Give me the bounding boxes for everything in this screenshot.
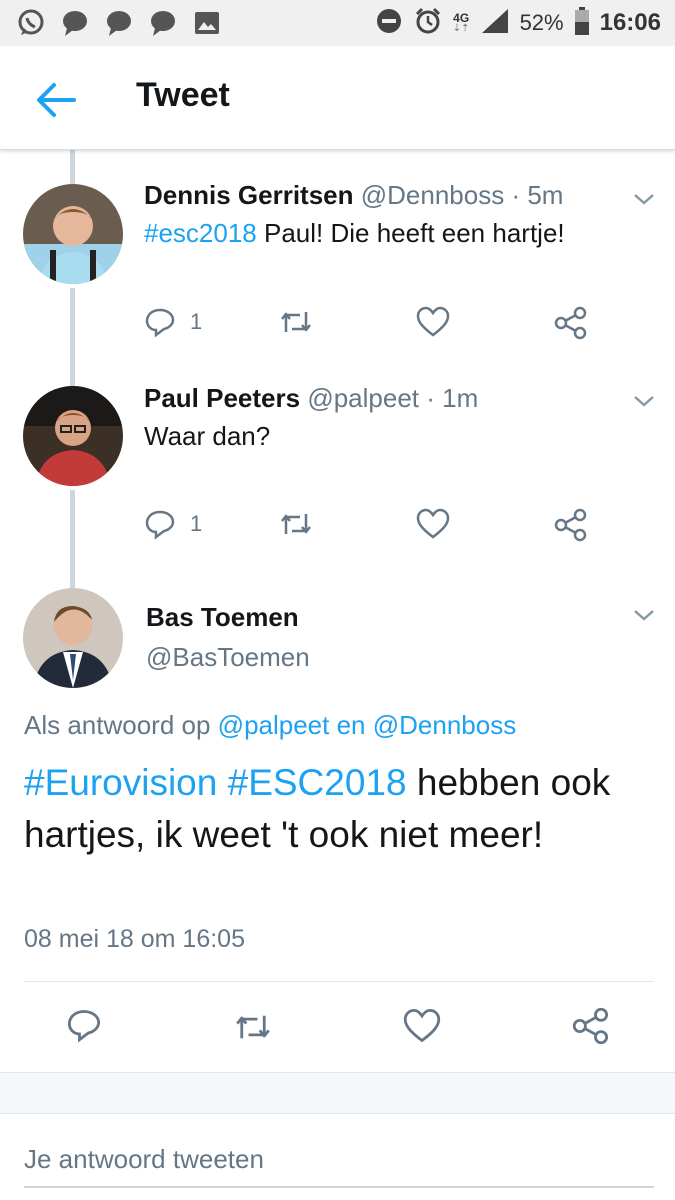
hashtag-link[interactable]: #Eurovision: [24, 762, 217, 803]
tweet-actions: 1: [144, 508, 604, 548]
share-icon: [554, 508, 587, 542]
chat-icon: [148, 8, 178, 38]
mention-link[interactable]: @Dennboss: [373, 710, 516, 740]
heart-icon: [403, 1008, 441, 1043]
mention-link[interactable]: @palpeet: [218, 710, 330, 740]
tweet-actions: 1: [144, 306, 604, 346]
image-icon: [192, 8, 222, 38]
reply-button[interactable]: 1: [144, 306, 202, 338]
divider: [24, 981, 654, 982]
avatar[interactable]: [23, 588, 123, 688]
chevron-down-icon[interactable]: [632, 607, 656, 623]
clock: 16:06: [599, 9, 661, 36]
tweet-text: #Eurovision #ESC2018 hebben ook hartjes,…: [24, 762, 611, 855]
reply-input[interactable]: [24, 1132, 654, 1188]
tweet-header: Paul Peeters @palpeet · 1m: [144, 383, 478, 414]
signal-icon: [480, 7, 510, 40]
thread-line: [70, 288, 75, 386]
hashtag-link[interactable]: #esc2018: [144, 218, 257, 248]
like-button[interactable]: [403, 1008, 441, 1049]
reply-count: 1: [190, 511, 203, 536]
reply-button[interactable]: [66, 1007, 102, 1048]
like-button[interactable]: [416, 508, 450, 540]
page-title: Tweet: [136, 76, 230, 114]
whatsapp-icon: [16, 8, 46, 38]
user-handle[interactable]: @BasToemen: [146, 642, 310, 673]
share-button[interactable]: [554, 508, 588, 542]
avatar[interactable]: [23, 386, 123, 486]
status-bar: 4G ⇣⇡ 52% 16:06: [0, 0, 675, 46]
alarm-icon: [413, 6, 443, 41]
tweet-text: #esc2018 Paul! Die heeft een hartje!: [144, 218, 565, 248]
chevron-down-icon[interactable]: [632, 393, 656, 409]
tweet-time: · 1m: [426, 383, 479, 413]
thread-line: [70, 150, 75, 184]
battery-icon: [574, 6, 590, 40]
tweet-timestamp: 08 mei 18 om 16:05: [24, 925, 245, 953]
share-icon: [554, 306, 587, 340]
chevron-down-icon[interactable]: [632, 191, 656, 207]
like-button[interactable]: [416, 306, 450, 338]
thread-line: [70, 490, 75, 588]
reply-context: Als antwoord op @palpeet en @Dennboss: [24, 710, 517, 740]
user-handle[interactable]: @Dennboss: [361, 180, 504, 210]
tweet-header: Dennis Gerritsen @Dennboss · 5m: [144, 180, 563, 211]
share-button[interactable]: [572, 1007, 610, 1050]
user-handle[interactable]: @palpeet: [307, 383, 419, 413]
hashtag-link[interactable]: #ESC2018: [228, 762, 407, 803]
chat-icon: [60, 8, 90, 38]
retweet-button[interactable]: [278, 508, 314, 540]
tweet-actions: [0, 1005, 675, 1049]
app-bar: Tweet: [0, 46, 675, 150]
reply-icon: [67, 1010, 101, 1043]
retweet-button[interactable]: [278, 306, 314, 338]
user-name[interactable]: Paul Peeters: [144, 383, 300, 413]
reply-button[interactable]: 1: [144, 508, 202, 540]
heart-icon: [416, 306, 450, 337]
chat-icon: [104, 8, 134, 38]
share-icon: [572, 1007, 609, 1045]
tweet-time: · 5m: [511, 180, 564, 210]
retweet-icon: [281, 514, 311, 534]
avatar[interactable]: [23, 184, 123, 284]
user-name[interactable]: Bas Toemen: [146, 602, 299, 633]
share-button[interactable]: [554, 306, 588, 340]
dnd-icon: [375, 7, 403, 40]
retweet-icon: [236, 1015, 270, 1039]
retweet-button[interactable]: [232, 1009, 274, 1050]
reply-icon: [145, 510, 175, 540]
retweet-icon: [281, 312, 311, 332]
reply-icon: [145, 308, 175, 338]
heart-icon: [416, 508, 450, 539]
user-name[interactable]: Dennis Gerritsen: [144, 180, 354, 210]
tweet-text: Waar dan?: [144, 421, 271, 451]
network-type: 4G ⇣⇡: [452, 11, 470, 34]
reply-count: 1: [190, 309, 203, 334]
back-arrow-icon[interactable]: [34, 80, 78, 120]
section-separator: [0, 1072, 675, 1114]
battery-percent: 52%: [519, 10, 564, 35]
